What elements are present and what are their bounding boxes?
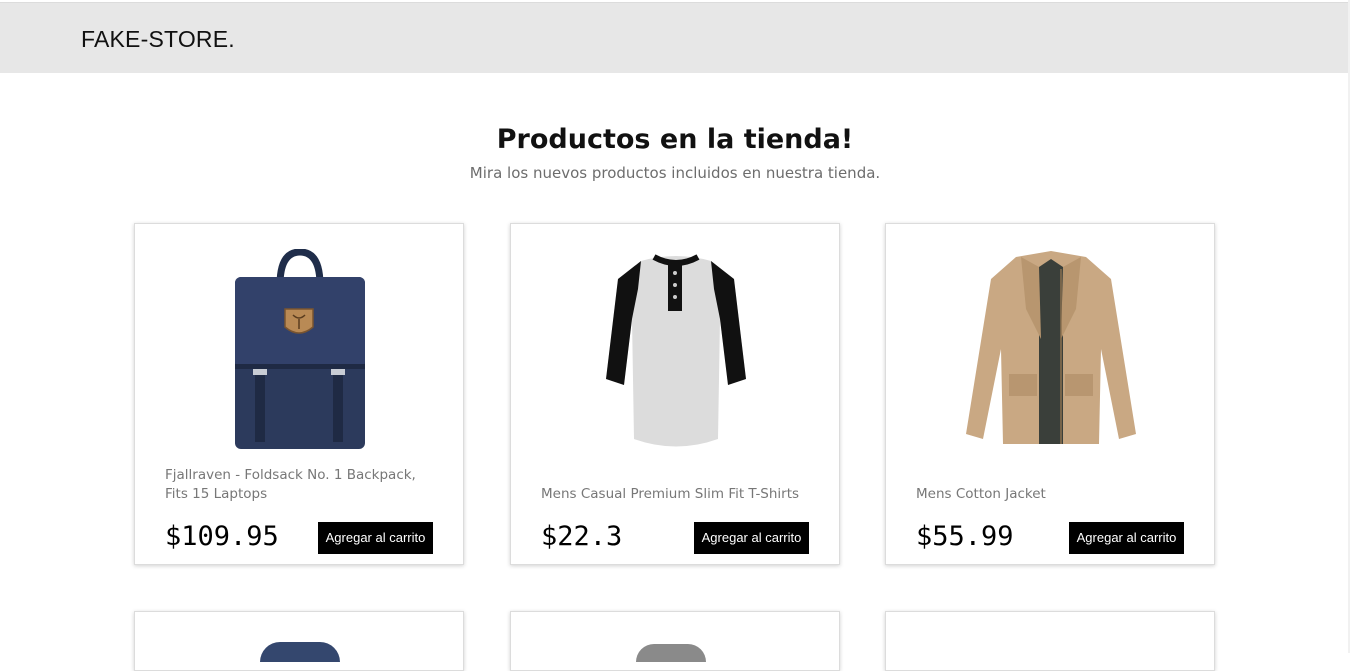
add-to-cart-button[interactable]: Agregar al carrito [694, 522, 809, 554]
product-card: Mens Cotton Jacket $55.99 Agregar al car… [885, 223, 1215, 565]
brand-logo[interactable]: FAKE-STORE. [81, 26, 235, 53]
product-price: $22.3 [541, 521, 623, 552]
product-name[interactable]: Mens Cotton Jacket [916, 485, 1191, 504]
product-image [636, 644, 706, 662]
page-title: Productos en la tienda! [496, 124, 854, 155]
product-card [510, 611, 840, 671]
top-navbar: FAKE-STORE. [0, 2, 1350, 73]
product-card: Fjallraven - Foldsack No. 1 Backpack, Fi… [134, 223, 464, 565]
product-card: Mens Casual Premium Slim Fit T-Shirts $2… [510, 223, 840, 565]
product-card [885, 611, 1215, 671]
product-price: $55.99 [916, 521, 1014, 552]
product-name[interactable]: Fjallraven - Foldsack No. 1 Backpack, Fi… [165, 466, 440, 504]
product-name[interactable]: Mens Casual Premium Slim Fit T-Shirts [541, 485, 816, 504]
product-price: $109.95 [165, 521, 279, 552]
page-subtitle: Mira los nuevos productos incluidos en n… [469, 164, 881, 182]
product-image [260, 642, 340, 662]
tshirt-image [511, 246, 841, 456]
add-to-cart-button[interactable]: Agregar al carrito [318, 522, 433, 554]
product-card [134, 611, 464, 671]
backpack-image [135, 246, 465, 456]
add-to-cart-button[interactable]: Agregar al carrito [1069, 522, 1184, 554]
jacket-image [886, 246, 1216, 456]
